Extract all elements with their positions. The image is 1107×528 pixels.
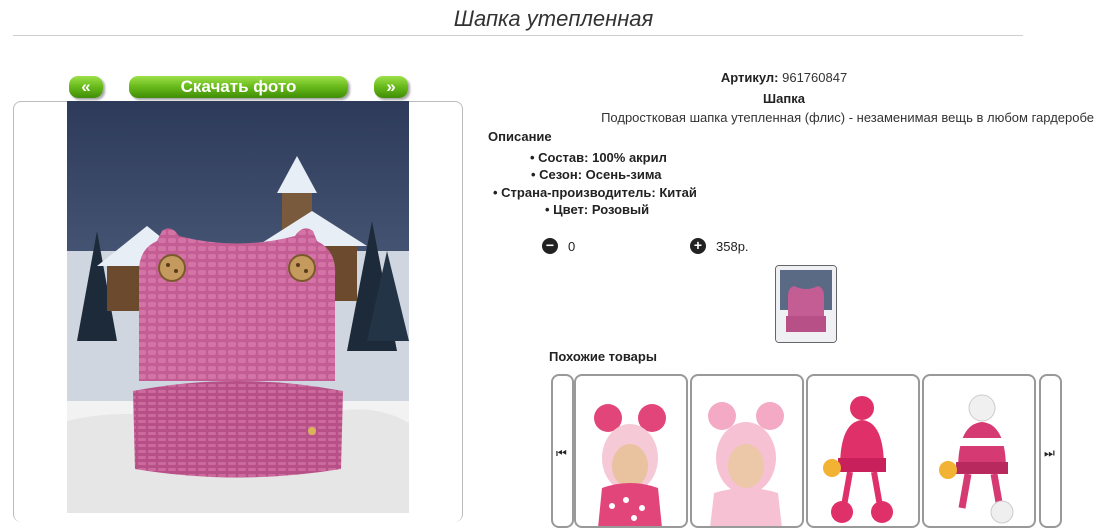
property-season: Сезон: Осень-зима <box>531 167 661 182</box>
minus-icon[interactable]: − <box>542 238 558 254</box>
carousel-prev-button[interactable]: ⏮ <box>551 374 574 528</box>
page-title: Шапка утепленная <box>453 6 654 31</box>
article-value: 961760847 <box>782 70 848 85</box>
product-main-photo[interactable] <box>67 101 409 513</box>
property-composition: Состав: 100% акрил <box>530 150 667 165</box>
skip-back-icon: ⏮ <box>556 446 567 460</box>
article-line: Артикул: 961760847 <box>474 70 1094 85</box>
article-label: Артикул: <box>720 70 779 85</box>
prev-photo-button[interactable]: « <box>69 76 103 98</box>
plus-icon[interactable]: + <box>690 238 706 254</box>
similar-item-image <box>814 388 910 526</box>
property-color: Цвет: Розовый <box>545 202 649 217</box>
skip-forward-icon: ⏭ <box>1044 446 1055 460</box>
similar-item-image <box>930 388 1026 526</box>
product-description: Подростковая шапка утепленная (флис) - н… <box>601 110 1094 125</box>
similar-item-1[interactable] <box>574 374 688 528</box>
quantity-value: 0 <box>568 239 576 254</box>
carousel-next-button[interactable]: ⏭ <box>1039 374 1062 528</box>
download-photo-button[interactable]: Скачать фото <box>129 76 348 98</box>
similar-item-2[interactable] <box>690 374 804 528</box>
next-photo-button[interactable]: » <box>374 76 408 98</box>
price-value: 358р. <box>716 239 749 254</box>
similar-item-4[interactable] <box>922 374 1036 528</box>
similar-products-title: Похожие товары <box>549 349 657 364</box>
title-divider <box>13 35 1023 36</box>
description-heading: Описание <box>488 129 552 144</box>
property-country: Страна-производитель: Китай <box>493 185 697 200</box>
similar-item-image <box>698 388 794 526</box>
similar-item-3[interactable] <box>806 374 920 528</box>
similar-item-image <box>582 388 678 526</box>
photo-thumbnail[interactable] <box>775 265 837 343</box>
product-type: Шапка <box>763 91 805 106</box>
